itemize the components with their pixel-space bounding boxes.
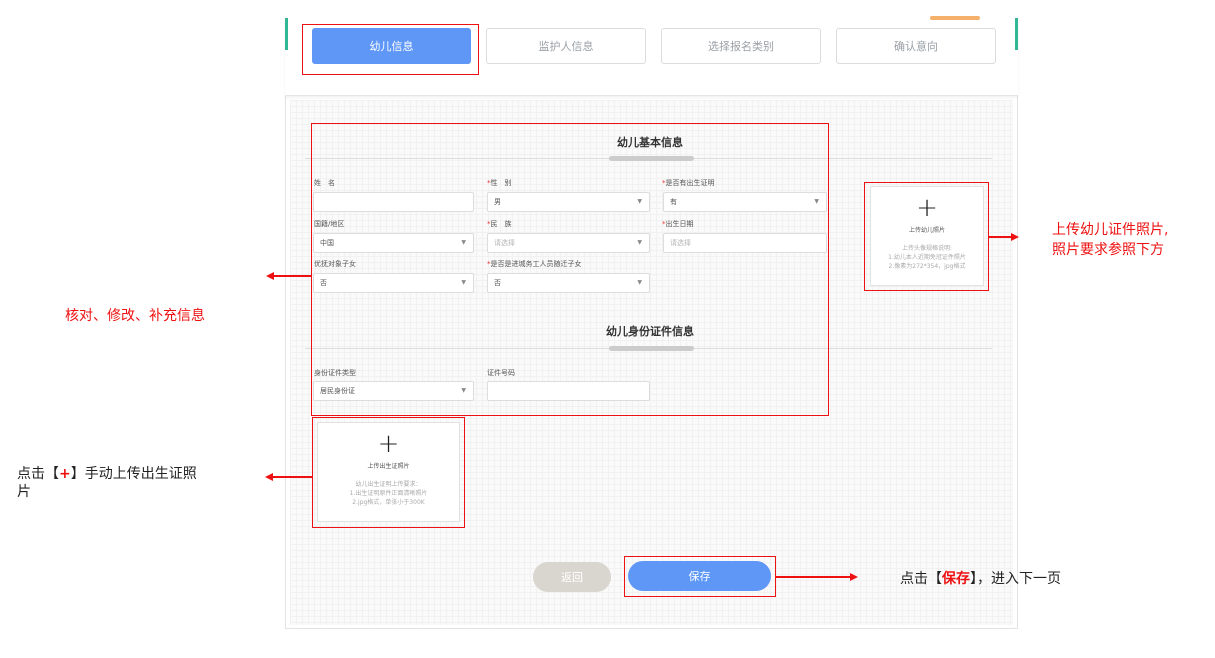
arrow-head-left [266, 272, 274, 280]
note-photo-1: 上传幼儿证件照片, [1052, 222, 1169, 238]
arrow-head-left [265, 473, 273, 481]
highlight-tab [302, 24, 479, 75]
note-save: 点击【保存】，进入下一页 [900, 571, 1061, 587]
tab-confirm[interactable]: 确认意向 [836, 28, 996, 64]
back-button[interactable]: 返回 [533, 562, 611, 592]
top-accent [930, 16, 980, 20]
tab-category[interactable]: 选择报名类别 [661, 28, 821, 64]
note-verify: 核对、修改、补充信息 [65, 308, 205, 324]
arrow-head-right [1011, 233, 1019, 241]
arrow-upload [272, 476, 312, 478]
right-accent [1015, 18, 1018, 50]
left-accent [285, 18, 288, 50]
note-photo-2: 照片要求参照下方 [1052, 242, 1164, 258]
highlight-save [624, 556, 776, 597]
arrow-head-right [850, 573, 858, 581]
highlight-upload-cert [312, 417, 465, 528]
note-upload: 点击【+】手动上传出生证照 [17, 466, 197, 482]
highlight-upload-photo [864, 182, 989, 291]
arrow-photo [989, 236, 1013, 238]
arrow-save [776, 576, 852, 578]
highlight-form [311, 123, 829, 416]
note-upload-2: 片 [17, 484, 31, 500]
arrow-verify [273, 275, 311, 277]
tab-guardian-info[interactable]: 监护人信息 [486, 28, 646, 64]
